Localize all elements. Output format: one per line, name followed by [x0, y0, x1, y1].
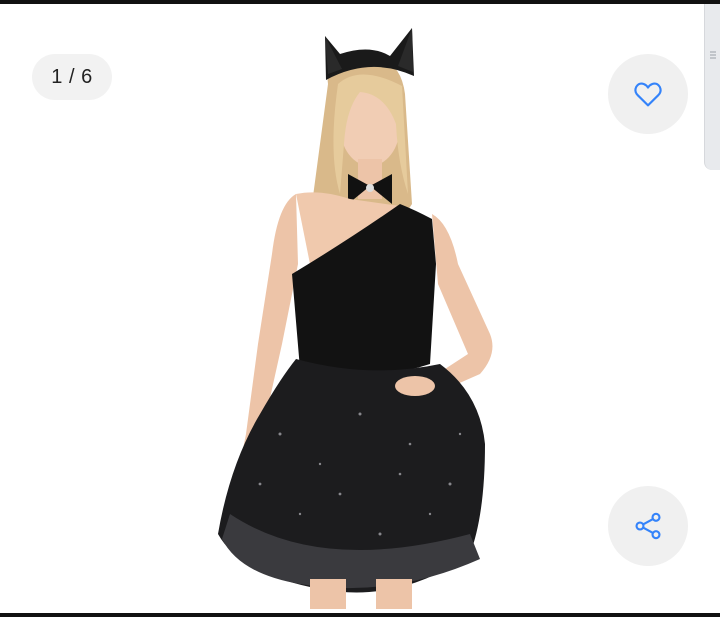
heart-icon	[634, 82, 662, 107]
scroll-handle[interactable]	[704, 4, 720, 170]
favorite-button[interactable]	[608, 54, 688, 134]
grip-icon	[710, 51, 716, 59]
product-image[interactable]	[200, 14, 520, 609]
share-icon	[635, 512, 661, 540]
share-button[interactable]	[608, 486, 688, 566]
image-counter: 1 / 6	[32, 54, 112, 100]
product-gallery[interactable]: 1 / 6	[0, 4, 720, 613]
bottom-edge	[0, 613, 720, 617]
